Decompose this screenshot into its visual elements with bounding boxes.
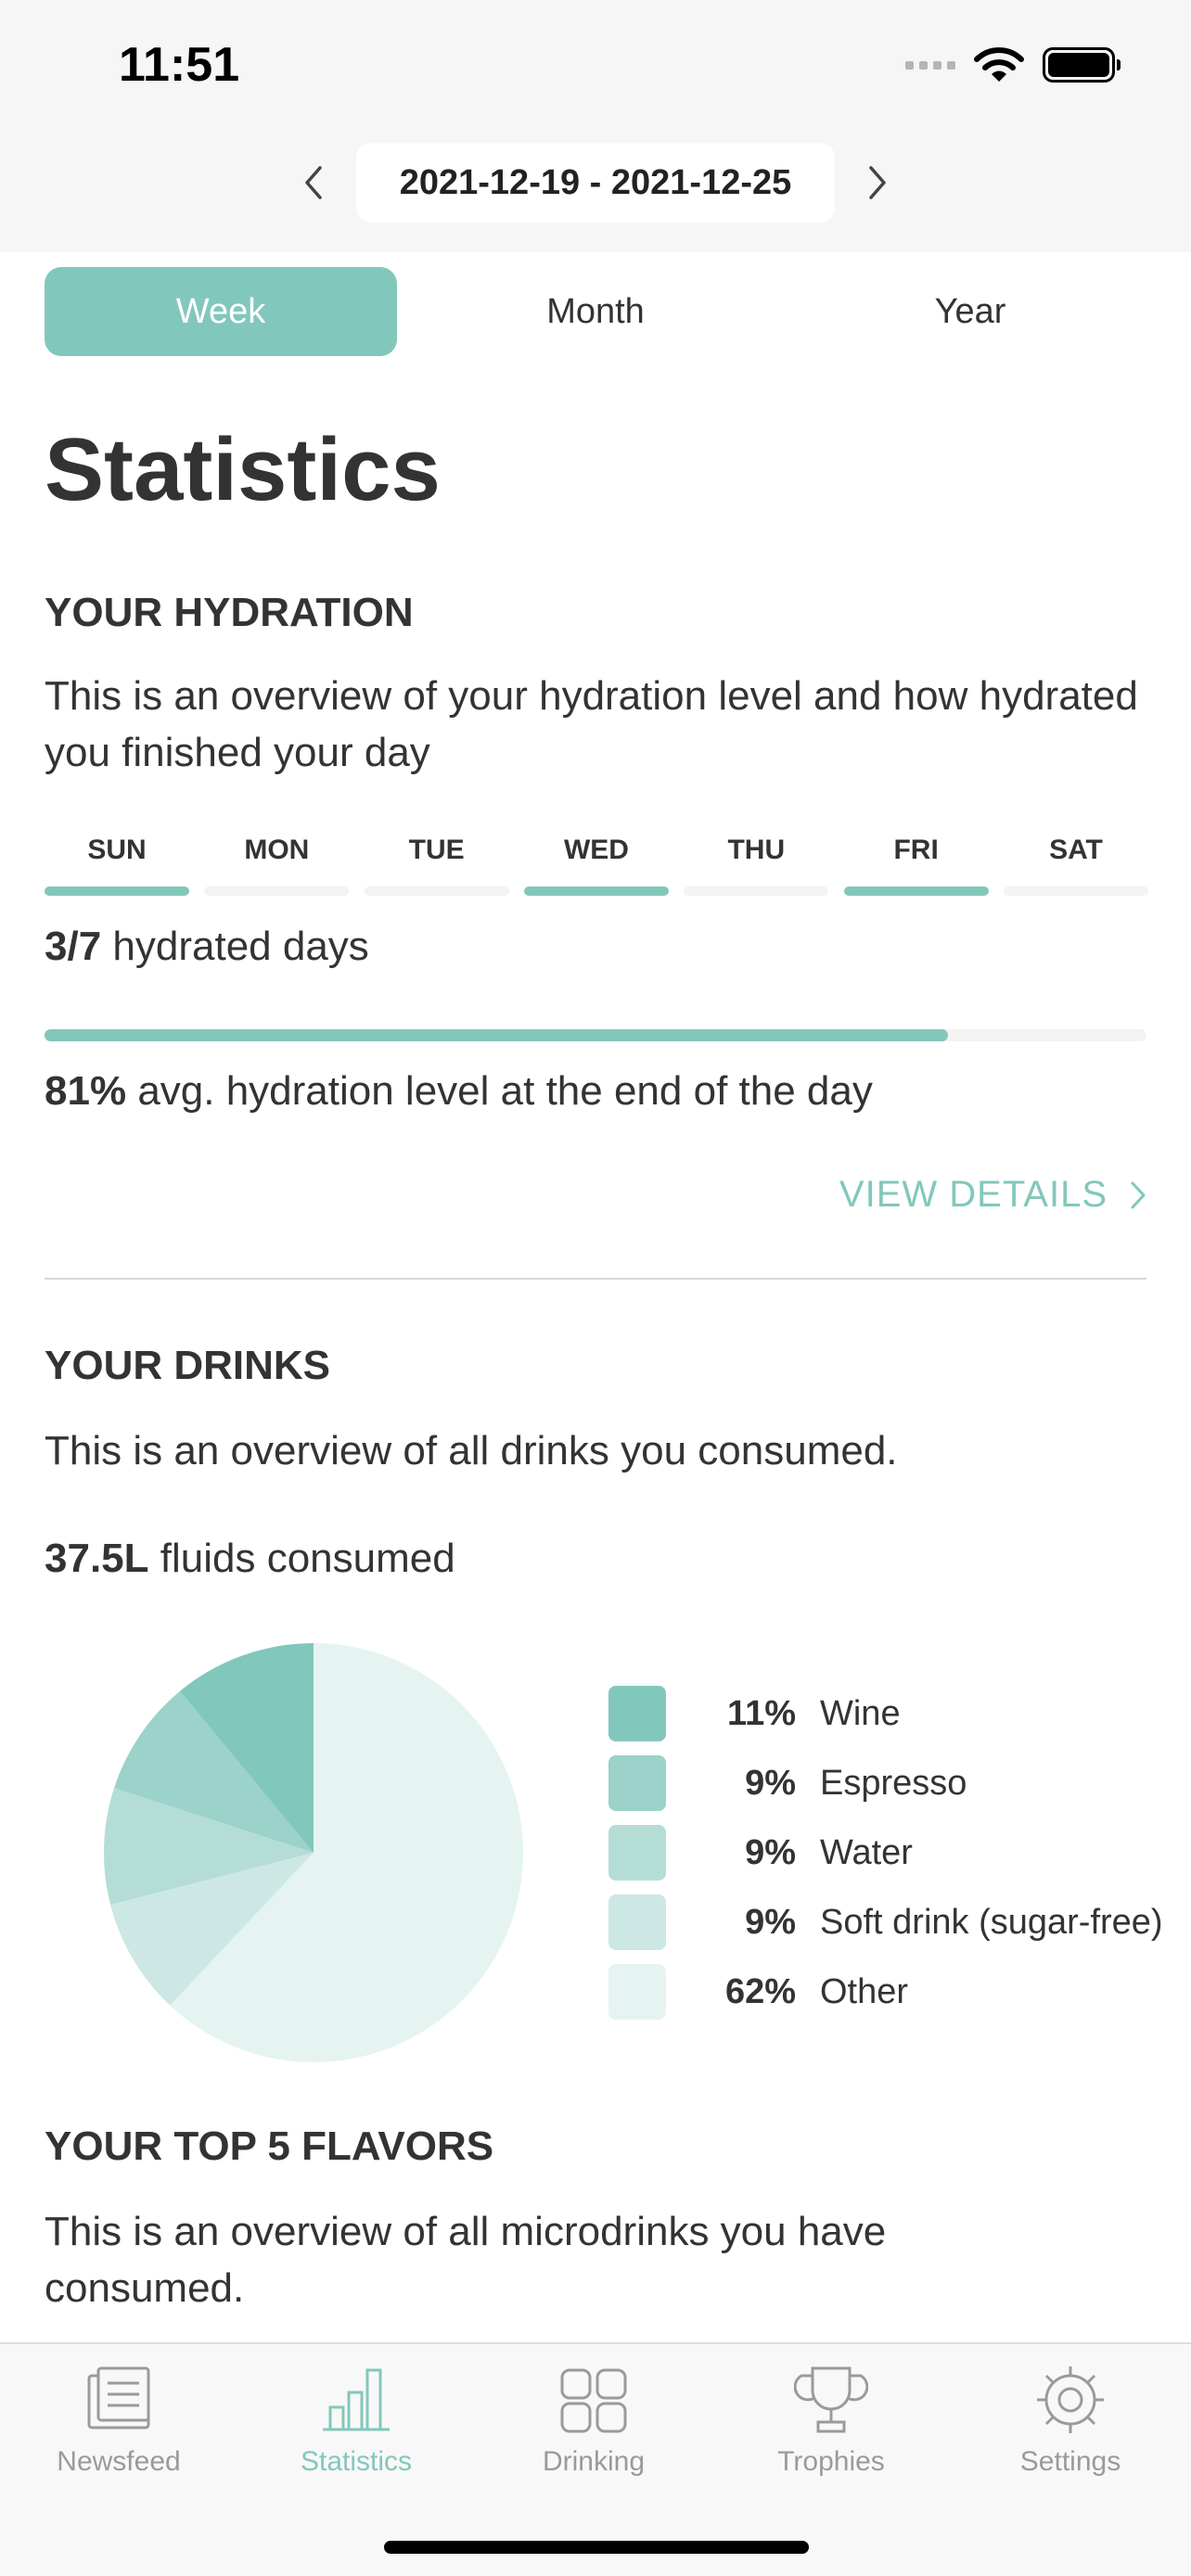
weekday-hydration-row: SUN MON TUE WED THU FRI SAT bbox=[45, 835, 1148, 896]
drinks-section-title: YOUR DRINKS bbox=[45, 1343, 331, 1388]
top-header: 11:51 2021-12-19 - 2021-12-25 bbox=[0, 0, 1191, 252]
weekday-hydration-bar bbox=[523, 886, 669, 896]
legend-swatch bbox=[608, 1894, 666, 1950]
weekday-hydration-bar bbox=[204, 886, 350, 896]
legend-percent: 9% bbox=[745, 1763, 796, 1803]
drinks-legend: 11% Wine 9% Espresso 9% Water 9% Soft drink (su… bbox=[608, 1686, 1163, 2034]
weekday-label: WED bbox=[563, 835, 629, 865]
legend-item: 9% Espresso bbox=[608, 1755, 1163, 1811]
hydration-level-progress-fill bbox=[45, 1029, 949, 1041]
legend-swatch bbox=[608, 1686, 666, 1741]
weekday-tue: TUE bbox=[364, 835, 509, 896]
tab-month[interactable]: Month bbox=[397, 267, 794, 356]
legend-label: Soft drink (sugar-free) bbox=[820, 1902, 1163, 1942]
newspaper-icon bbox=[87, 2366, 150, 2429]
tab-settings[interactable]: Settings bbox=[978, 2363, 1163, 2478]
drinks-description: This is an overview of all drinks you co… bbox=[45, 1428, 898, 1473]
weekday-label: TUE bbox=[408, 835, 465, 865]
page-title: Statistics bbox=[45, 420, 441, 519]
legend-percent: 62% bbox=[724, 1971, 796, 2011]
view-details-label: VIEW DETAILS bbox=[839, 1174, 1108, 1215]
tab-week[interactable]: Week bbox=[45, 267, 397, 356]
avg-hydration-value: 81% bbox=[45, 1068, 127, 1114]
legend-item: 9% Soft drink (sugar-free) bbox=[608, 1894, 1163, 1950]
weekday-hydration-bar bbox=[684, 886, 829, 896]
weekday-hydration-bar bbox=[364, 886, 509, 896]
battery-icon bbox=[1043, 47, 1121, 83]
legend-swatch bbox=[608, 1755, 666, 1811]
chevron-right-icon bbox=[1131, 1181, 1146, 1208]
legend-item: 11% Wine bbox=[608, 1686, 1163, 1741]
cellular-signal-icon bbox=[905, 60, 955, 70]
legend-percent: 9% bbox=[745, 1902, 796, 1942]
date-range-navigator: 2021-12-19 - 2021-12-25 bbox=[0, 143, 1191, 223]
drink-pods-icon bbox=[560, 2368, 627, 2433]
chevron-left-icon bbox=[305, 166, 322, 199]
hydrated-days-summary: 3/7 hydrated days bbox=[45, 924, 369, 970]
flavors-description: This is an overview of all microdrinks y… bbox=[45, 2209, 887, 2311]
chevron-right-icon bbox=[869, 166, 886, 199]
legend-label: Wine bbox=[820, 1693, 901, 1733]
weekday-label: SAT bbox=[1049, 835, 1103, 865]
weekday-hydration-bar bbox=[843, 886, 989, 896]
weekday-fri: FRI bbox=[843, 835, 989, 896]
weekday-label: FRI bbox=[893, 835, 939, 865]
tab-statistics[interactable]: Statistics bbox=[263, 2363, 449, 2478]
legend-swatch bbox=[608, 1825, 666, 1881]
weekday-wed: WED bbox=[523, 835, 669, 896]
fluids-value: 37.5L bbox=[45, 1536, 149, 1581]
trophy-icon bbox=[794, 2366, 868, 2433]
hydrated-days-text: hydrated days bbox=[112, 924, 369, 969]
legend-label: Espresso bbox=[820, 1763, 967, 1803]
gear-icon bbox=[1037, 2366, 1104, 2433]
weekday-thu: THU bbox=[684, 835, 829, 896]
weekday-mon: MON bbox=[204, 835, 350, 896]
tab-drinking[interactable]: Drinking bbox=[501, 2363, 686, 2478]
fluids-text: fluids consumed bbox=[160, 1536, 455, 1581]
tab-trophies-label: Trophies bbox=[777, 2446, 885, 2477]
hydration-description: This is an overview of your hydration le… bbox=[45, 673, 1138, 775]
next-week-button[interactable] bbox=[859, 161, 896, 204]
fluids-summary: 37.5L fluids consumed bbox=[45, 1536, 455, 1582]
tab-newsfeed-label: Newsfeed bbox=[57, 2446, 181, 2477]
status-icons bbox=[905, 46, 1121, 83]
date-range-label[interactable]: 2021-12-19 - 2021-12-25 bbox=[356, 143, 835, 223]
hydrated-days-value: 3/7 bbox=[45, 924, 102, 969]
view-details-link[interactable]: VIEW DETAILS bbox=[839, 1174, 1146, 1216]
status-time: 11:51 bbox=[119, 38, 240, 92]
tab-settings-label: Settings bbox=[1019, 2446, 1121, 2477]
hydration-section-title: YOUR HYDRATION bbox=[45, 590, 414, 635]
avg-hydration-text: avg. hydration level at the end of the d… bbox=[137, 1068, 873, 1114]
legend-percent: 9% bbox=[745, 1832, 796, 1872]
tab-drinking-label: Drinking bbox=[542, 2446, 646, 2477]
weekday-label: SUN bbox=[87, 835, 147, 865]
legend-label: Water bbox=[820, 1832, 913, 1872]
tab-newsfeed[interactable]: Newsfeed bbox=[26, 2363, 211, 2478]
weekday-hydration-bar bbox=[1003, 886, 1148, 896]
tab-statistics-label: Statistics bbox=[300, 2446, 413, 2477]
weekday-sun: SUN bbox=[45, 835, 189, 896]
tab-trophies[interactable]: Trophies bbox=[738, 2363, 924, 2478]
home-indicator bbox=[384, 2541, 809, 2554]
previous-week-button[interactable] bbox=[295, 161, 332, 204]
avg-hydration-summary: 81% avg. hydration level at the end of t… bbox=[45, 1068, 873, 1115]
legend-swatch bbox=[608, 1964, 666, 2020]
hydration-level-progress bbox=[45, 1029, 1146, 1041]
legend-item: 62% Other bbox=[608, 1964, 1163, 2020]
drinks-pie-chart bbox=[104, 1643, 523, 2062]
weekday-sat: SAT bbox=[1003, 835, 1148, 896]
flavors-section-title: YOUR TOP 5 FLAVORS bbox=[45, 2123, 494, 2169]
weekday-label: THU bbox=[727, 835, 786, 865]
period-tabs: Week Month Year bbox=[45, 267, 1146, 356]
tab-year[interactable]: Year bbox=[794, 267, 1146, 356]
weekday-hydration-bar bbox=[45, 886, 189, 896]
weekday-label: MON bbox=[244, 835, 310, 865]
legend-label: Other bbox=[820, 1971, 909, 2011]
legend-item: 9% Water bbox=[608, 1825, 1163, 1881]
wifi-icon bbox=[974, 47, 1024, 82]
section-divider bbox=[45, 1278, 1146, 1280]
legend-percent: 11% bbox=[727, 1693, 796, 1733]
bar-chart-icon bbox=[323, 2368, 390, 2431]
